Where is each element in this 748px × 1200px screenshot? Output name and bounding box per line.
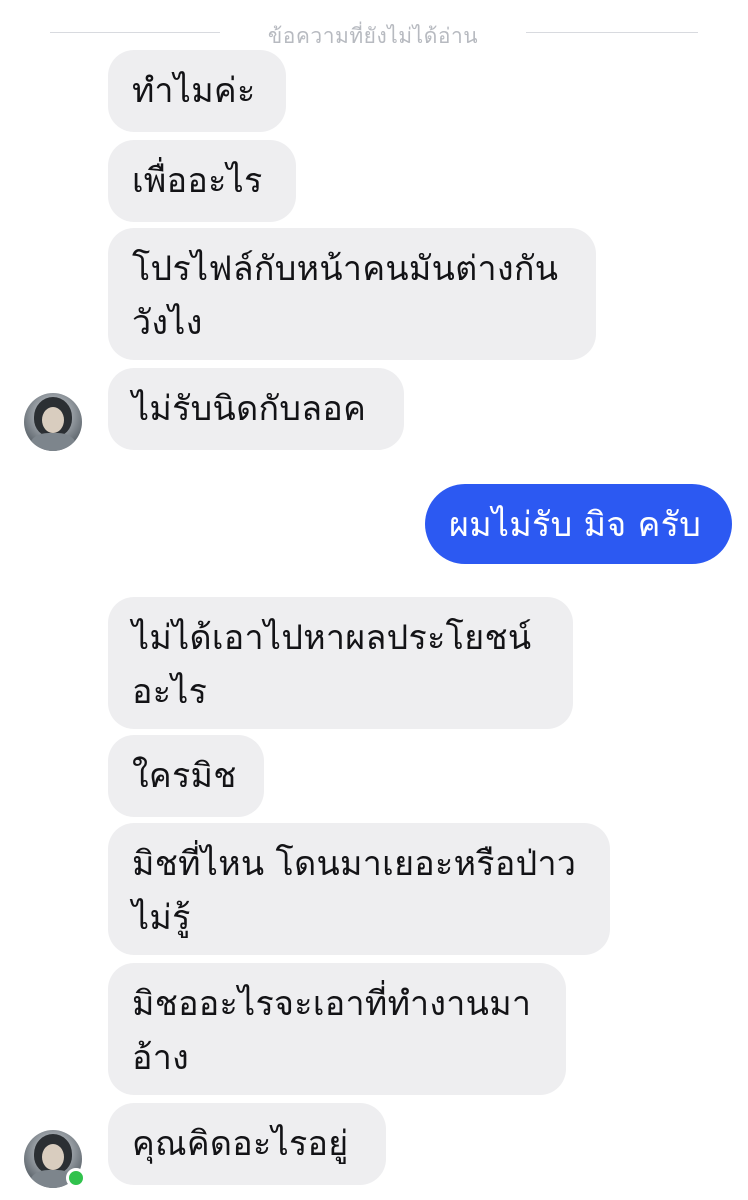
message-bubble-incoming[interactable]: ไม่รับนิดกับลอค bbox=[108, 368, 404, 450]
unread-divider-label: ข้อความที่ยังไม่ได้อ่าน bbox=[267, 24, 479, 48]
divider-line-right bbox=[526, 32, 698, 33]
message-bubble-incoming[interactable]: โปรไฟล์กับหน้าคนมันต่างกัน วังไง bbox=[108, 228, 596, 360]
message-bubble-incoming[interactable]: คุณคิดอะไรอยู่ bbox=[108, 1103, 386, 1185]
unread-divider: ข้อความที่ยังไม่ได้อ่าน bbox=[50, 14, 698, 50]
divider-line-left bbox=[50, 32, 220, 33]
message-bubble-incoming[interactable]: ใครมิช bbox=[108, 735, 264, 817]
message-bubble-incoming[interactable]: มิชที่ไหน โดนมาเยอะหรือป่าว ไม่รู้ bbox=[108, 823, 610, 955]
message-bubble-outgoing[interactable]: ผมไม่รับ มิจ ครับ bbox=[425, 484, 732, 564]
contact-avatar[interactable] bbox=[24, 393, 82, 451]
avatar-face bbox=[42, 1144, 64, 1170]
message-bubble-incoming[interactable]: ไม่ได้เอาไปหาผลประโยชน์ อะไร bbox=[108, 597, 573, 729]
online-status-icon bbox=[66, 1168, 86, 1188]
avatar-face bbox=[42, 407, 64, 433]
message-bubble-incoming[interactable]: เพื่ออะไร bbox=[108, 140, 296, 222]
avatar-shirt bbox=[30, 433, 76, 451]
message-bubble-incoming[interactable]: มิชออะไรจะเอาที่ทำงานมา อ้าง bbox=[108, 963, 566, 1095]
message-bubble-incoming[interactable]: ทำไมค่ะ bbox=[108, 50, 286, 132]
